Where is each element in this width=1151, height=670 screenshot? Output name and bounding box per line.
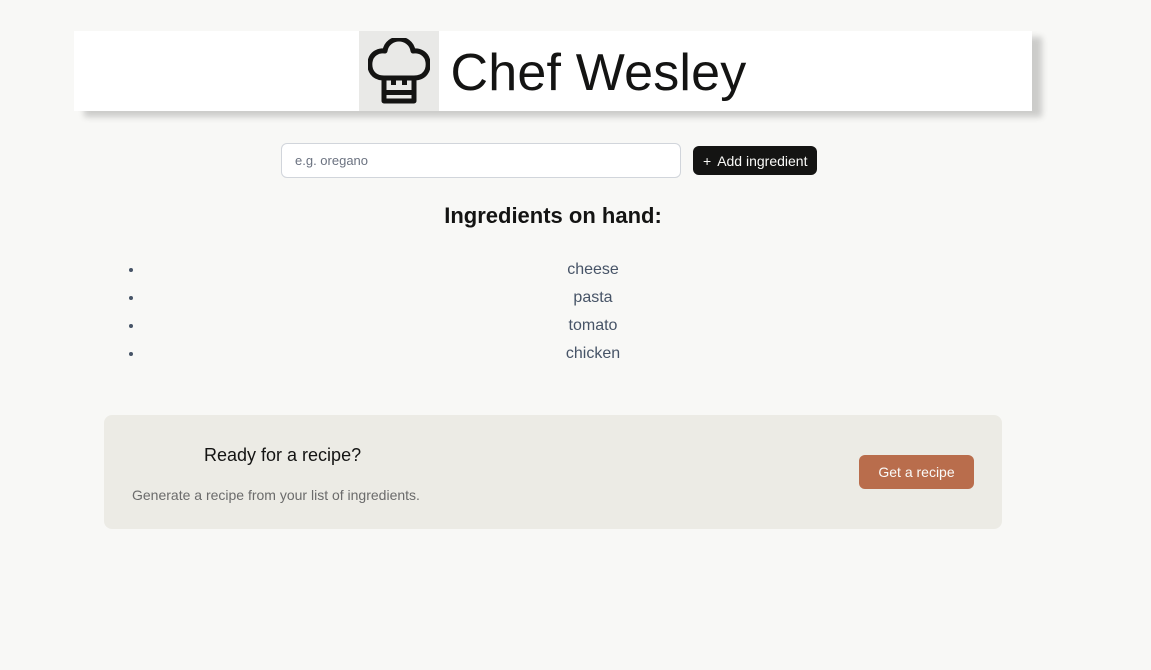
add-ingredient-label: Add ingredient [717,152,808,169]
cta-description: Generate a recipe from your list of ingr… [132,487,420,503]
logo [359,31,440,111]
get-recipe-card: Ready for a recipe? Generate a recipe fr… [104,415,1002,529]
add-ingredient-form: + Add ingredient [281,143,818,178]
list-item: chicken [144,340,1042,368]
ingredient-input[interactable] [281,143,681,178]
list-item: cheese [144,256,1042,284]
list-item: tomato [144,312,1042,340]
ingredients-heading: Ingredients on hand: [444,203,662,228]
list-item: pasta [144,284,1042,312]
app-header: Chef Wesley [74,31,1032,111]
app-title: Chef Wesley [450,44,747,102]
chef-hat-icon [368,38,431,104]
ingredient-list: cheese pasta tomato chicken [104,256,1042,368]
cta-heading: Ready for a recipe? [204,445,362,465]
add-ingredient-button[interactable]: + Add ingredient [693,146,818,175]
get-recipe-button[interactable]: Get a recipe [859,455,974,489]
plus-icon: + [703,152,712,169]
